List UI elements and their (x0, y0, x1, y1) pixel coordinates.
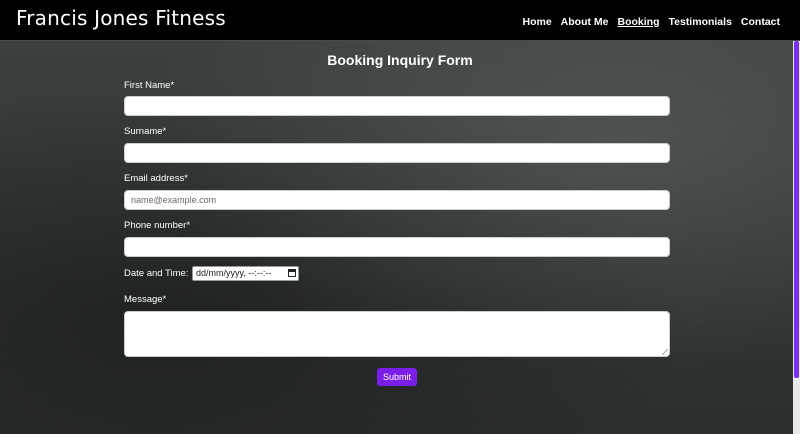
first-name-input[interactable] (124, 96, 670, 116)
first-name-label: First Name* (124, 80, 175, 91)
message-label: Message* (124, 294, 167, 305)
phone-input[interactable] (124, 237, 670, 257)
nav-about-me[interactable]: About Me (561, 16, 609, 28)
form-title: Booking Inquiry Form (327, 52, 473, 68)
email-input[interactable]: name@example.com (124, 190, 670, 210)
nav-testimonials[interactable]: Testimonials (669, 16, 732, 28)
email-label: Email address* (124, 173, 188, 184)
submit-button[interactable]: Submit (377, 368, 417, 386)
resize-handle-icon[interactable] (662, 349, 668, 355)
navbar: Francis Jones Fitness Home About Me Book… (0, 0, 800, 41)
surname-label: Surname* (124, 126, 167, 137)
calendar-icon[interactable] (288, 269, 296, 277)
phone-label: Phone number* (124, 220, 191, 231)
brand-title[interactable]: Francis Jones Fitness (16, 6, 226, 30)
nav-home[interactable]: Home (522, 16, 551, 28)
nav-menu: Home About Me Booking Testimonials Conta… (522, 16, 780, 28)
scrollbar-thumb[interactable] (794, 41, 799, 378)
nav-booking[interactable]: Booking (618, 16, 660, 28)
datetime-label: Date and Time: (124, 268, 189, 279)
surname-input[interactable] (124, 143, 670, 163)
nav-contact[interactable]: Contact (741, 16, 780, 28)
message-textarea[interactable] (124, 311, 670, 357)
page-scrollbar[interactable] (793, 41, 800, 434)
datetime-input[interactable]: dd/mm/yyyy, --:--:-- (192, 266, 299, 281)
datetime-placeholder: dd/mm/yyyy, --:--:-- (196, 268, 272, 278)
